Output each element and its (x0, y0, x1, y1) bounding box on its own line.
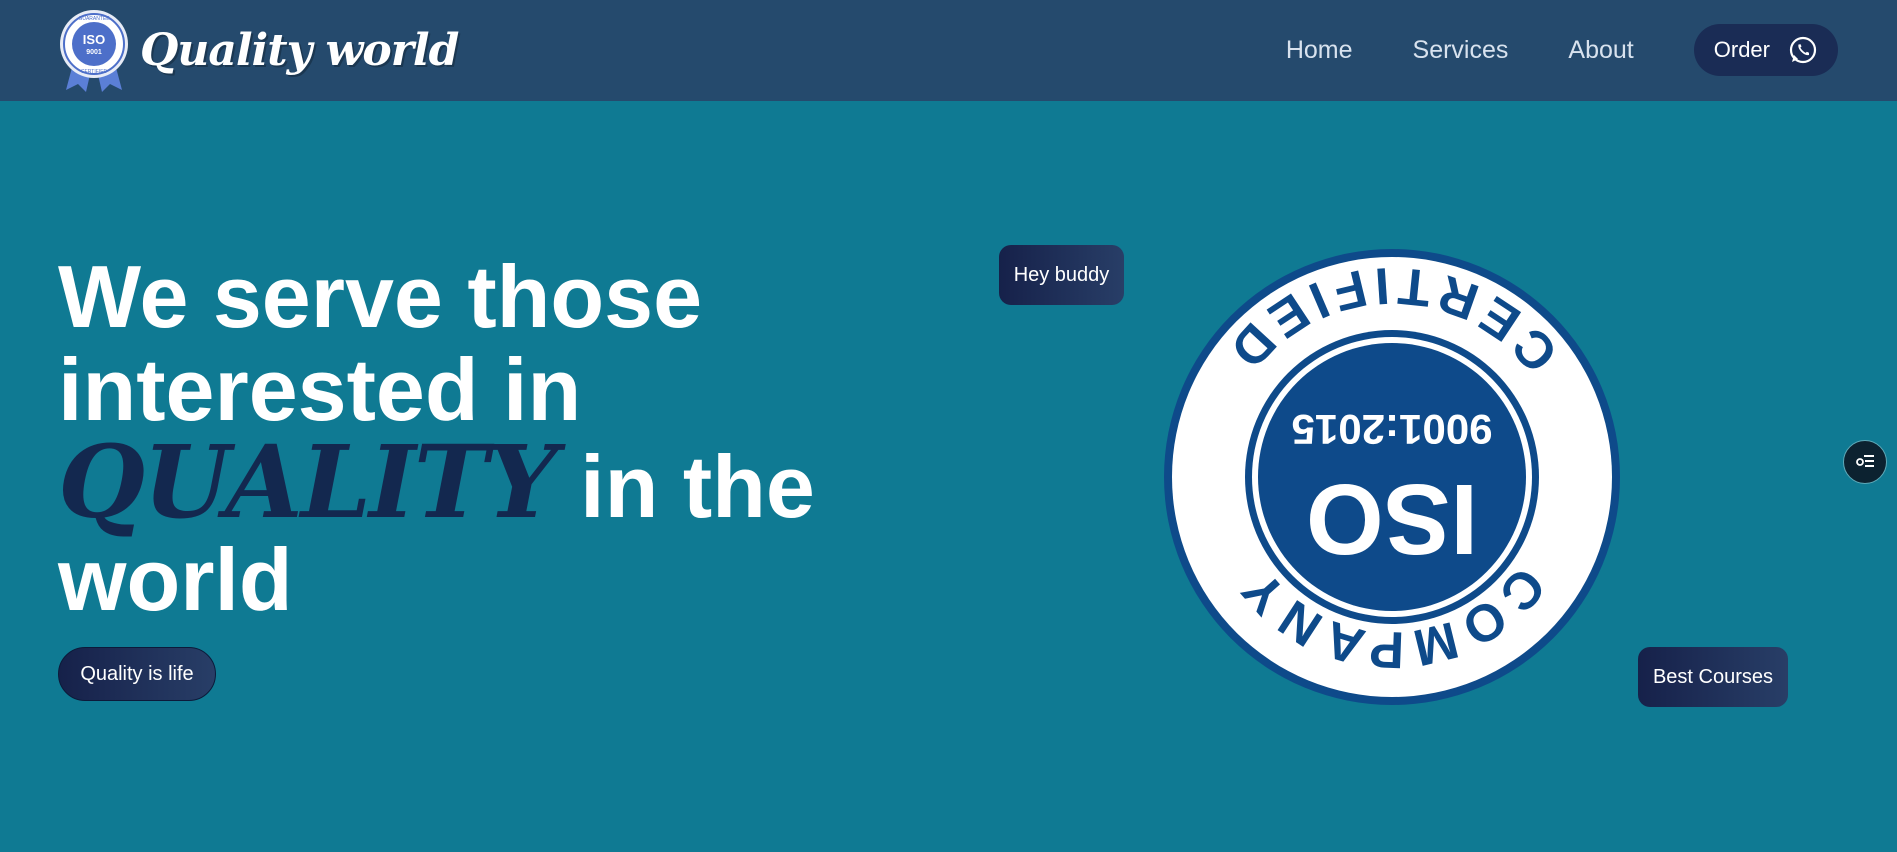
nav-link-services[interactable]: Services (1413, 36, 1509, 65)
svg-text:GUARANTEE: GUARANTEE (78, 16, 110, 22)
order-button[interactable]: Order (1693, 24, 1838, 76)
hero-title-line-3-rest: in the (580, 437, 815, 536)
hero-title-line-3: QUALITY in the (58, 432, 918, 536)
brand[interactable]: GUARANTEE ISO 9001 CERTIFIED Quality wor… (58, 8, 459, 92)
best-courses-badge: Best Courses (1638, 647, 1788, 707)
main-nav: Home Services About Order (1286, 24, 1838, 76)
seal-center-number: 9001:2015 (1292, 406, 1493, 453)
hero-title: We serve those interested in QUALITY in … (58, 250, 918, 626)
svg-text:CERTIFIED: CERTIFIED (81, 69, 108, 75)
quality-is-life-button[interactable]: Quality is life (58, 647, 216, 701)
site-header: GUARANTEE ISO 9001 CERTIFIED Quality wor… (0, 0, 1897, 101)
svg-text:ISO: ISO (83, 32, 105, 47)
floating-menu-button[interactable] (1843, 440, 1887, 484)
hey-buddy-label: Hey buddy (1013, 263, 1110, 286)
brand-name: Quality world (140, 24, 459, 76)
quality-is-life-label: Quality is life (80, 662, 194, 685)
svg-text:9001: 9001 (86, 49, 102, 56)
iso-badge-logo-icon: GUARANTEE ISO 9001 CERTIFIED (58, 8, 130, 92)
order-button-label: Order (1713, 37, 1770, 62)
seal-center-label: ISO (1306, 463, 1478, 575)
iso-certificate-seal: COMPANY CERTIFIED ISO 9001:2015 (1162, 247, 1622, 707)
hero-title-highlight: QUALITY (58, 423, 558, 541)
nav-link-about[interactable]: About (1568, 36, 1633, 65)
nav-link-home[interactable]: Home (1286, 36, 1353, 65)
hey-buddy-badge: Hey buddy (999, 245, 1124, 305)
whatsapp-icon (1788, 35, 1818, 65)
best-courses-label: Best Courses (1652, 665, 1774, 688)
hero-title-line-1: We serve those (58, 247, 703, 346)
menu-list-icon (1854, 449, 1876, 476)
hero-title-line-4: world (58, 530, 293, 629)
